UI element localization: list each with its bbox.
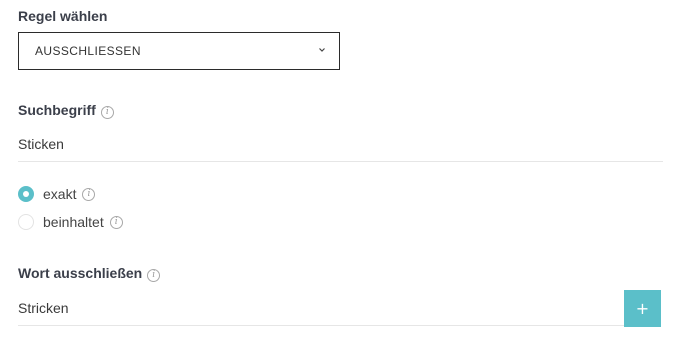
radio-label-beinhaltet: beinhaltet (43, 214, 104, 230)
add-word-button[interactable]: + (624, 290, 661, 327)
rule-label-text: Regel wählen (18, 8, 108, 24)
search-term-label-text: Suchbegriff (18, 102, 96, 118)
rule-select[interactable]: AUSSCHLIESSEN (18, 32, 340, 70)
rule-select-value: AUSSCHLIESSEN (35, 44, 141, 58)
exclude-word-input[interactable]: Stricken (18, 293, 624, 326)
info-icon[interactable]: i (109, 215, 123, 229)
radio-button-unchecked[interactable] (18, 214, 34, 230)
exclude-word-value: Stricken (18, 300, 69, 316)
radio-button-checked[interactable] (18, 186, 34, 202)
radio-option-beinhaltet[interactable]: beinhaltet i (18, 213, 123, 231)
info-icon[interactable]: i (82, 187, 96, 201)
rule-label: Regel wählen (18, 8, 107, 24)
chevron-down-icon (319, 48, 325, 52)
info-icon[interactable]: i (147, 269, 161, 282)
exclude-word-label-text: Wort ausschließen (18, 265, 143, 281)
exclude-word-label: Wort ausschließen i (18, 265, 161, 282)
search-term-value: Sticken (18, 136, 64, 152)
search-term-label: Suchbegriff i (18, 102, 114, 119)
search-term-input[interactable]: Sticken (18, 129, 663, 162)
info-icon[interactable]: i (100, 106, 114, 119)
radio-label-exakt: exakt (43, 186, 77, 202)
radio-option-exakt[interactable]: exakt i (18, 185, 96, 203)
